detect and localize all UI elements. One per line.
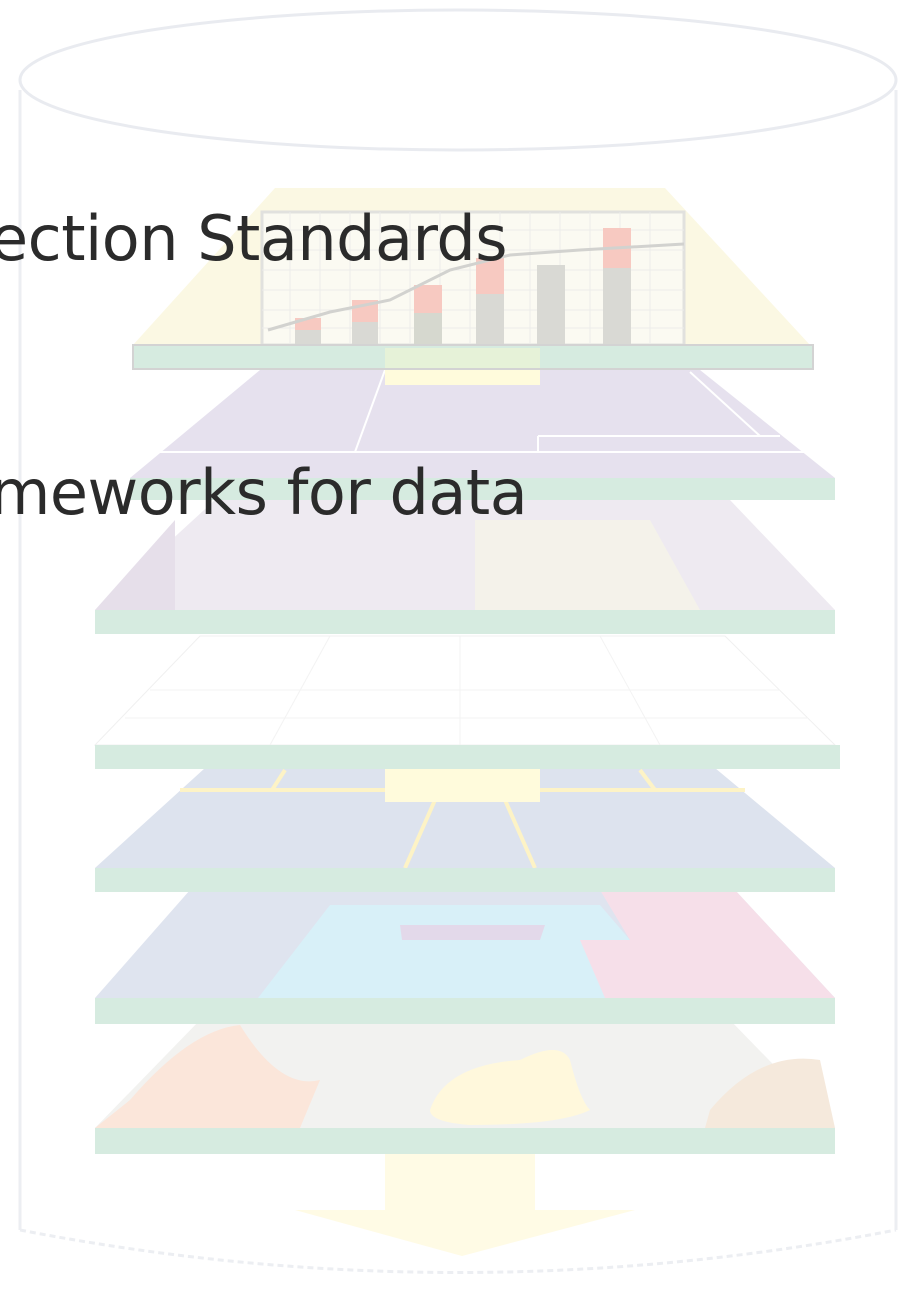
caption-line-1: ection Standards xyxy=(0,202,508,275)
down-arrow-icon xyxy=(295,1150,635,1256)
caption-line-2: meworks for data xyxy=(0,456,528,529)
layer-5 xyxy=(95,768,835,892)
layer-7 xyxy=(95,1020,835,1154)
layer-6 xyxy=(95,890,835,1024)
layer-4 xyxy=(93,635,840,769)
layered-data-cylinder-diagram xyxy=(18,8,898,1274)
